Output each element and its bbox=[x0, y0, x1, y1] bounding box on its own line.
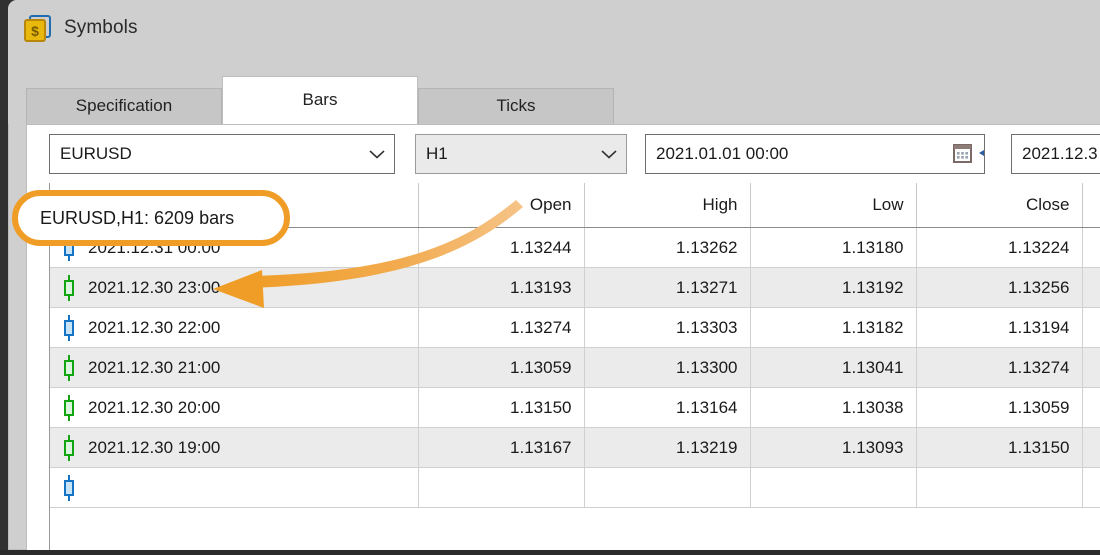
tab-bars[interactable]: Bars bbox=[222, 76, 418, 124]
desktop-background: $ Symbols Specification Bars Ticks EURUS… bbox=[0, 0, 1100, 550]
table-row[interactable]: 2021.12.30 21:00 1.13059 1.13300 1.13041 1.1… bbox=[50, 347, 1100, 388]
symbols-window: $ Symbols Specification Bars Ticks EURUS… bbox=[8, 0, 1100, 550]
column-header-open[interactable]: Open bbox=[418, 183, 585, 228]
cell-high: 1.13303 bbox=[584, 307, 751, 348]
table-body: 2021.12.31 00:00 1.13244 1.13262 1.13180 1.1… bbox=[50, 227, 1100, 508]
cell-date-text: 2021.12.30 19:00 bbox=[88, 437, 221, 457]
table-row[interactable]: 2021.12.30 20:00 1.13150 1.13164 1.13038 1.1… bbox=[50, 387, 1100, 428]
cell-high: 1.13219 bbox=[584, 427, 751, 468]
cell-open: 1.13167 bbox=[418, 427, 585, 468]
date-to-value: 2021.12.3 bbox=[1022, 144, 1098, 163]
symbols-stacked-cards-icon: $ bbox=[22, 13, 52, 43]
cell-spacer bbox=[1082, 427, 1100, 468]
spinner-arrows-icon[interactable] bbox=[979, 146, 987, 162]
column-header-close[interactable]: Close bbox=[916, 183, 1083, 228]
cell-close bbox=[916, 467, 1083, 508]
table-row[interactable]: 2021.12.30 23:00 1.13193 1.13271 1.13192 1.1… bbox=[50, 267, 1100, 308]
cell-spacer bbox=[1082, 267, 1100, 308]
filter-toolbar: EURUSD H1 2021.01.01 00:00 2021.12.3 bbox=[27, 125, 1100, 183]
cell-date-text: 2021.12.30 20:00 bbox=[88, 397, 221, 417]
bullish-candle-icon bbox=[62, 434, 76, 461]
date-from-value: 2021.01.01 00:00 bbox=[656, 144, 789, 163]
cell-high bbox=[584, 467, 751, 508]
column-header-high[interactable]: High bbox=[584, 183, 751, 228]
table-row[interactable]: 2021.12.30 22:00 1.13274 1.13303 1.13182 1.1… bbox=[50, 307, 1100, 348]
bullish-candle-icon bbox=[62, 354, 76, 381]
cell-date-text: 2021.12.30 23:00 bbox=[88, 277, 221, 297]
cell-close: 1.13224 bbox=[916, 227, 1083, 268]
cell-low bbox=[750, 467, 917, 508]
column-header-low[interactable]: Low bbox=[750, 183, 917, 228]
window-titlebar: $ Symbols bbox=[8, 0, 1100, 56]
cell-close: 1.13274 bbox=[916, 347, 1083, 388]
cell-high: 1.13164 bbox=[584, 387, 751, 428]
cell-high: 1.13271 bbox=[584, 267, 751, 308]
cell-spacer bbox=[1082, 347, 1100, 388]
calendar-icon[interactable] bbox=[950, 141, 984, 167]
cell-date: 2021.12.30 23:00 bbox=[50, 267, 419, 308]
cell-spacer bbox=[1082, 307, 1100, 348]
cell-date: 2021.12.30 22:00 bbox=[50, 307, 419, 348]
cell-low: 1.13041 bbox=[750, 347, 917, 388]
cell-close: 1.13150 bbox=[916, 427, 1083, 468]
cell-open: 1.13274 bbox=[418, 307, 585, 348]
table-row[interactable] bbox=[50, 467, 1100, 508]
cell-open: 1.13150 bbox=[418, 387, 585, 428]
bars-count-text: EURUSD,H1: 6209 bars bbox=[40, 207, 235, 228]
dollar-glyph: $ bbox=[24, 19, 46, 42]
cell-date: 2021.12.30 21:00 bbox=[50, 347, 419, 388]
bullish-candle-icon bbox=[62, 394, 76, 421]
cell-low: 1.13192 bbox=[750, 267, 917, 308]
cell-close: 1.13059 bbox=[916, 387, 1083, 428]
cell-date bbox=[50, 467, 419, 508]
period-select-value: H1 bbox=[426, 144, 448, 163]
symbol-select[interactable]: EURUSD bbox=[49, 134, 395, 174]
cell-date: 2021.12.30 19:00 bbox=[50, 427, 419, 468]
cell-spacer bbox=[1082, 467, 1100, 508]
cell-close: 1.13194 bbox=[916, 307, 1083, 348]
cell-spacer bbox=[1082, 227, 1100, 268]
chevron-down-icon[interactable] bbox=[592, 135, 626, 173]
cell-low: 1.13180 bbox=[750, 227, 917, 268]
tab-strip: Specification Bars Ticks bbox=[8, 56, 1100, 124]
date-from-field[interactable]: 2021.01.01 00:00 bbox=[645, 134, 985, 174]
column-header-spacer bbox=[1082, 183, 1100, 228]
cell-open: 1.13244 bbox=[418, 227, 585, 268]
date-to-field[interactable]: 2021.12.3 bbox=[1011, 134, 1100, 174]
cell-date-text: 2021.12.30 21:00 bbox=[88, 357, 221, 377]
cell-open: 1.13059 bbox=[418, 347, 585, 388]
window-title: Symbols bbox=[64, 17, 138, 38]
bullish-candle-icon bbox=[62, 274, 76, 301]
tab-specification[interactable]: Specification bbox=[26, 88, 222, 124]
cell-open: 1.13193 bbox=[418, 267, 585, 308]
bars-count-callout: EURUSD,H1: 6209 bars bbox=[12, 190, 290, 246]
chevron-down-icon[interactable] bbox=[360, 135, 394, 173]
cell-close: 1.13256 bbox=[916, 267, 1083, 308]
symbol-select-value: EURUSD bbox=[60, 144, 132, 163]
bearish-candle-icon bbox=[62, 314, 76, 341]
bearish-candle-icon bbox=[62, 474, 76, 501]
cell-high: 1.13262 bbox=[584, 227, 751, 268]
cell-spacer bbox=[1082, 387, 1100, 428]
cell-low: 1.13093 bbox=[750, 427, 917, 468]
cell-high: 1.13300 bbox=[584, 347, 751, 388]
cell-low: 1.13182 bbox=[750, 307, 917, 348]
cell-date-text: 2021.12.30 22:00 bbox=[88, 317, 221, 337]
cell-date: 2021.12.30 20:00 bbox=[50, 387, 419, 428]
bars-panel: EURUSD H1 2021.01.01 00:00 2021.12.3 Ope… bbox=[26, 124, 1100, 550]
period-select[interactable]: H1 bbox=[415, 134, 627, 174]
table-row[interactable]: 2021.12.30 19:00 1.13167 1.13219 1.13093 1.1… bbox=[50, 427, 1100, 468]
cell-open bbox=[418, 467, 585, 508]
cell-low: 1.13038 bbox=[750, 387, 917, 428]
tab-ticks[interactable]: Ticks bbox=[418, 88, 614, 124]
